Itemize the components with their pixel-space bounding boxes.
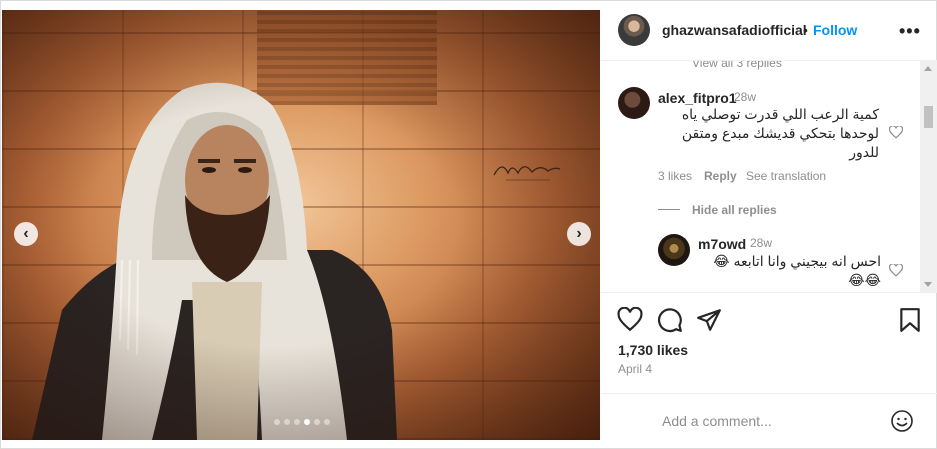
follow-button[interactable]: Follow [813,22,857,38]
comment-input[interactable] [662,409,882,433]
post-header: ghazwansafadiofficial • Follow ••• [601,1,937,61]
scrollbar-thumb[interactable] [924,106,933,128]
comment-timestamp[interactable]: 28w [734,90,756,104]
view-all-replies-link[interactable]: View all 3 replies [692,61,782,70]
comment-likes-count[interactable]: 3 likes [658,169,692,183]
carousel-indicator [274,419,330,425]
carousel-dot [314,419,320,425]
comment-like-heart-icon[interactable] [889,126,903,139]
see-translation-link[interactable]: See translation [746,169,826,183]
bookmark-icon[interactable] [897,307,923,333]
carousel-dot-active [304,419,310,425]
photo-vignette [2,10,600,440]
photographer-signature [493,166,561,181]
carousel-dot [324,419,330,425]
heart-icon[interactable] [617,307,643,333]
commenter-avatar[interactable] [618,87,650,119]
carousel-next-button[interactable]: › [567,222,591,246]
comment-composer [601,393,937,449]
reply-avatar[interactable] [658,234,690,266]
author-avatar[interactable] [618,14,650,46]
emoji-icon[interactable] [890,409,914,433]
post-side-panel: ghazwansafadiofficial • Follow ••• View … [601,1,937,449]
carousel-dot [294,419,300,425]
carousel-prev-button[interactable]: ‹ [14,222,38,246]
scroll-down-arrow-icon[interactable] [924,282,932,287]
comments-section: View all 3 replies alex_fitpro1 28w كمية… [601,61,937,292]
post-media[interactable]: ‹ › [2,10,600,440]
post-actions: 1,730 likes April 4 [601,292,937,392]
comment-icon[interactable] [657,307,683,333]
header-separator: • [803,22,808,38]
reply-like-heart-icon[interactable] [889,264,903,277]
comment-reply-button[interactable]: Reply [704,169,737,183]
carousel-dot [274,419,280,425]
scroll-up-arrow-icon[interactable] [924,66,932,71]
comment-username[interactable]: alex_fitpro1 [658,90,737,106]
post-date[interactable]: April 4 [618,362,652,376]
paper-plane-icon[interactable] [696,307,722,333]
more-options-icon[interactable]: ••• [899,21,921,42]
reply-text: احس انه بيجيني وانا اتابعه 😂 😂😂 [713,253,881,288]
comments-scrollbar[interactable] [920,61,937,292]
reply-timestamp[interactable]: 28w [750,236,772,250]
hide-replies-link[interactable]: Hide all replies [692,203,777,217]
replies-divider [658,209,680,210]
post-dialog: ‹ › ghazwansafadiofficial • Follow ••• V… [0,0,937,449]
carousel-dot [284,419,290,425]
likes-count[interactable]: 1,730 likes [618,342,688,358]
reply-username[interactable]: m7owd [698,236,746,252]
comment-text: كمية الرعب اللي قدرت توصلي ياه لوحدها بت… [681,106,879,160]
author-username[interactable]: ghazwansafadiofficial [662,22,807,38]
